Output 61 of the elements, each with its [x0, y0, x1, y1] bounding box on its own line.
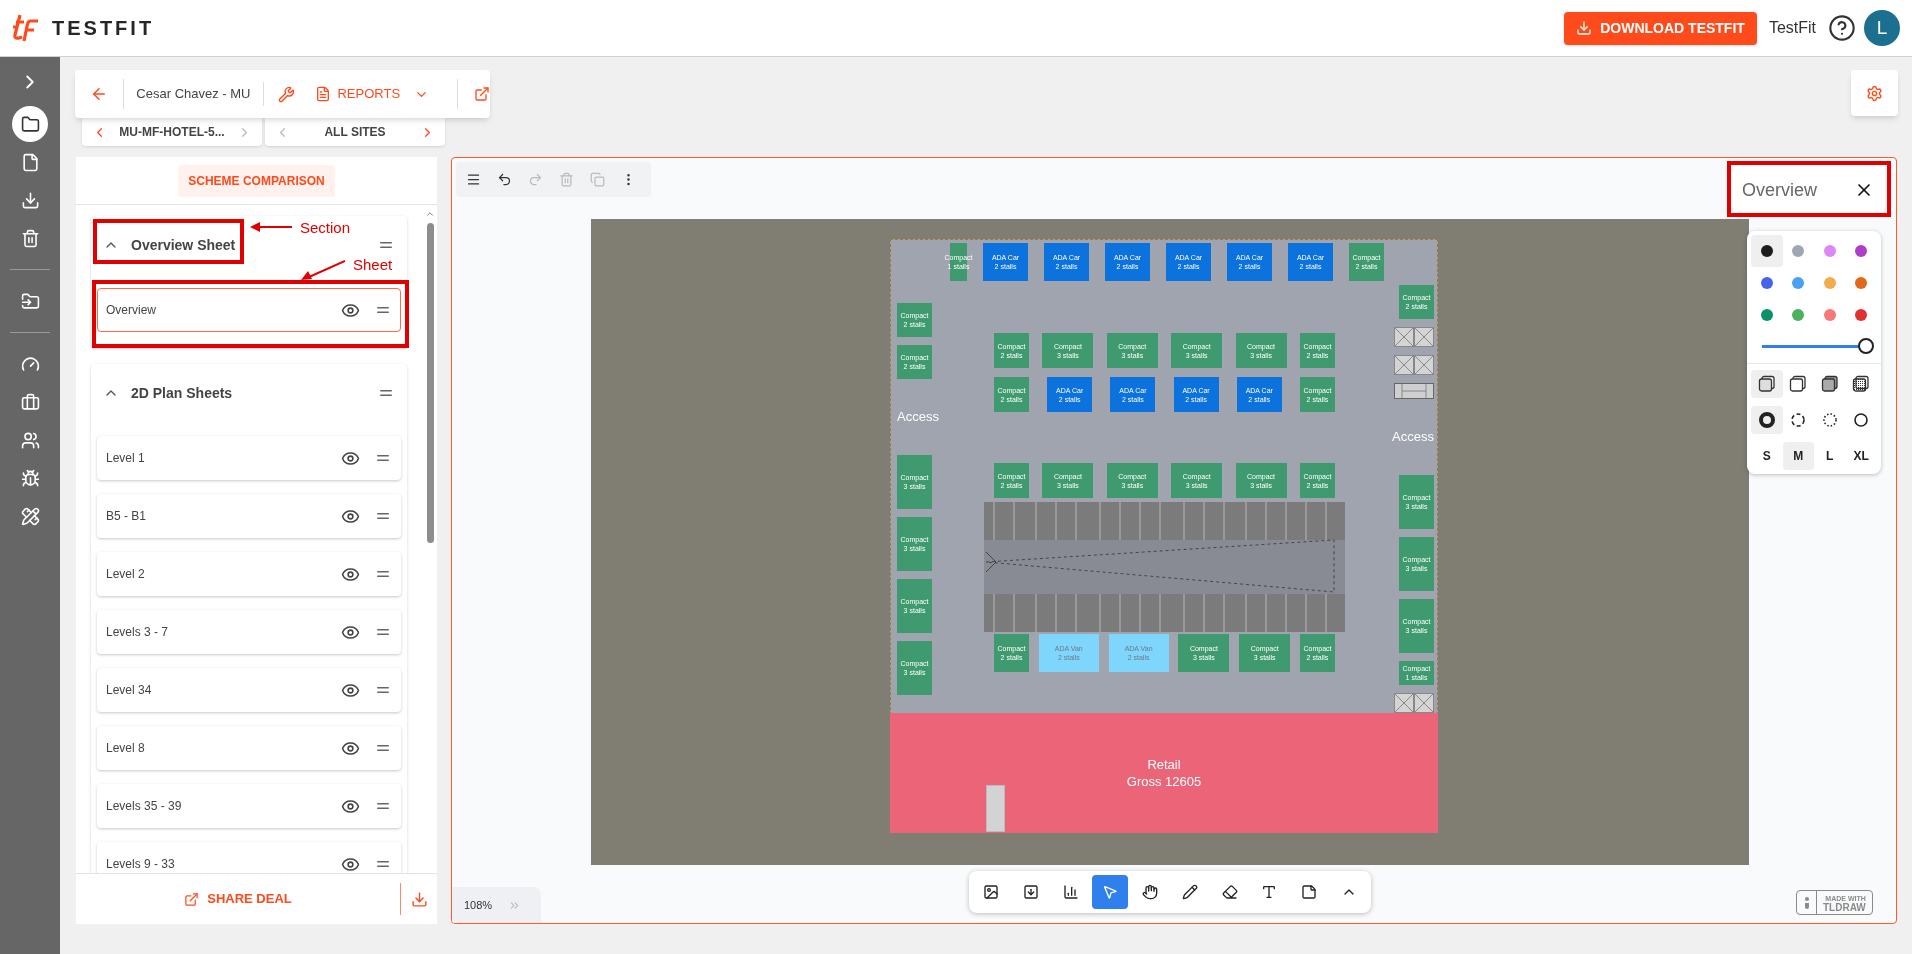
- retail-name: Retail: [1147, 756, 1181, 773]
- logo-text: TESTFIT: [52, 16, 155, 41]
- settings-button[interactable]: [1851, 70, 1898, 116]
- share-icon: [184, 891, 200, 907]
- help-icon[interactable]: [1828, 14, 1856, 42]
- solid-stroke-icon[interactable]: [1751, 406, 1783, 434]
- sheet-item[interactable]: Level 8: [97, 726, 401, 770]
- sheet-name: Levels 35 - 39: [106, 798, 182, 815]
- scroll-thumb[interactable]: [426, 223, 434, 543]
- annotation-arrow: [301, 259, 345, 281]
- sheet-name: B5 - B1: [106, 508, 147, 525]
- size-option[interactable]: S: [1751, 442, 1783, 470]
- sheet-item[interactable]: Levels 35 - 39: [97, 784, 401, 828]
- blocked-cell-drawing: [1394, 692, 1434, 713]
- pointer-icon[interactable]: [1092, 875, 1129, 909]
- access-label: Access: [897, 408, 939, 426]
- annotation-label: Section: [300, 218, 351, 238]
- tools-icon[interactable]: [278, 85, 296, 103]
- scheme-name: ALL SITES: [324, 124, 386, 141]
- size-option[interactable]: L: [1814, 442, 1846, 470]
- access-label: Access: [1392, 428, 1434, 446]
- fill-none-icon[interactable]: [1751, 370, 1783, 398]
- scheme-name: MU-MF-HOTEL-5...: [119, 124, 225, 141]
- download-icon: [1576, 20, 1593, 36]
- report-icon: [315, 86, 332, 102]
- user-avatar[interactable]: L: [1864, 10, 1900, 46]
- slider-thumb[interactable]: [1858, 337, 1874, 354]
- sheet-name: Levels 3 - 7: [106, 624, 169, 641]
- sheet-name: Level 8: [106, 740, 145, 757]
- project-name: Cesar Chavez - MU: [135, 85, 252, 104]
- blocked-cell-drawing: [1394, 327, 1434, 347]
- color-swatch[interactable]: [1751, 235, 1783, 267]
- blocked-cell-drawing: [1394, 355, 1434, 375]
- zoom-level[interactable]: 108%: [464, 897, 493, 914]
- sheet-item[interactable]: Level 2: [97, 552, 401, 596]
- retail-area: Gross 12605: [1126, 773, 1202, 790]
- sheet-item[interactable]: B5 - B1: [97, 494, 401, 538]
- sheet-name: Level 1: [106, 450, 145, 467]
- sheet-item[interactable]: Level 1: [97, 436, 401, 480]
- section-title: 2D Plan Sheets: [131, 383, 233, 403]
- sheet-item[interactable]: Level 34: [97, 668, 401, 712]
- annotation-arrow: [250, 222, 292, 232]
- sheet-name: Level 2: [106, 566, 145, 583]
- annotation-label: Sheet: [353, 255, 393, 275]
- workspace-name: TestFit: [1768, 18, 1816, 38]
- sheet-name: Overview: [106, 302, 156, 319]
- size-option[interactable]: XL: [1845, 442, 1877, 470]
- size-option[interactable]: M: [1782, 442, 1814, 470]
- sheet-item[interactable]: Levels 9 - 33: [97, 842, 401, 873]
- sheet-name: Level 34: [106, 682, 152, 699]
- folder-icon[interactable]: [12, 106, 48, 142]
- sheet-item[interactable]: Levels 3 - 7: [97, 610, 401, 654]
- stair-drawing: [1394, 383, 1434, 399]
- settings-icon: [1866, 84, 1883, 102]
- section-title: Overview Sheet: [131, 235, 236, 255]
- sheet-name: Levels 9 - 33: [106, 856, 175, 873]
- sheet-title: Overview: [1742, 178, 1817, 202]
- stair-drawing: [986, 785, 1005, 832]
- share-icon[interactable]: [474, 86, 490, 102]
- scroll-up-icon[interactable]: [425, 209, 435, 219]
- sheet-item[interactable]: Overview: [97, 288, 401, 332]
